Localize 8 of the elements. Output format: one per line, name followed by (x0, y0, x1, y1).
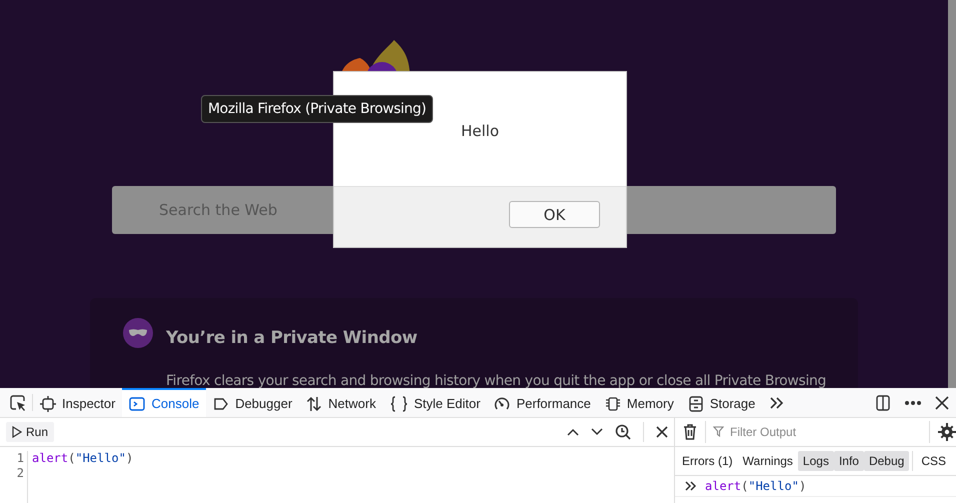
command-text: alert("Hello") (705, 479, 806, 493)
dialog-message: Hello (460, 122, 500, 140)
tooltip: Mozilla Firefox (Private Browsing) (201, 95, 434, 123)
card-title: You’re in a Private Window (166, 328, 418, 348)
code-text: alert("Hello") (32, 451, 134, 465)
line-number: 2 (16, 466, 24, 481)
card-text: Firefox clears your search and browsing history when you quit the app or close all Private Browsing (166, 373, 828, 388)
line-number: 1 (16, 451, 24, 466)
